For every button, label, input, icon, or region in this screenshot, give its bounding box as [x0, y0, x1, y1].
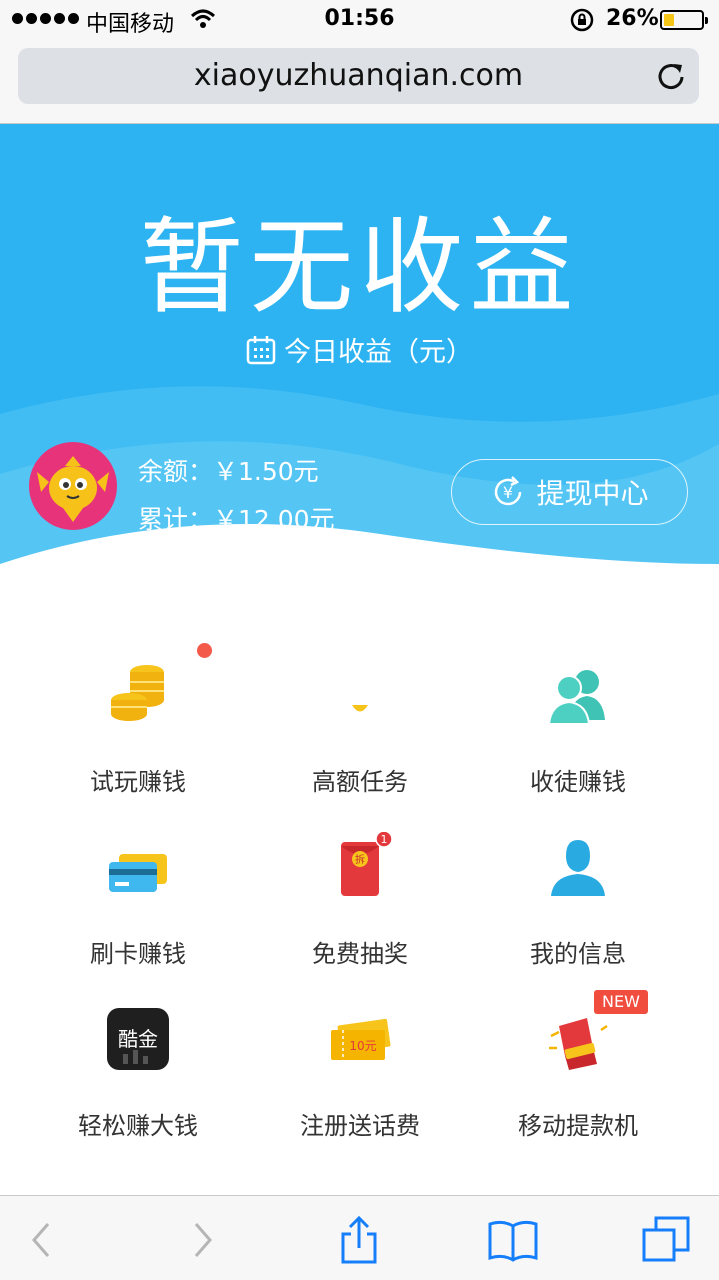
today-earnings-text: 今日收益（元）: [284, 337, 473, 368]
menu-item-card-earn[interactable]: 刷卡赚钱: [18, 792, 258, 968]
cards-icon: [109, 854, 167, 892]
gold-drop-icon: [352, 705, 368, 712]
status-bar: 中国移动 01:56 26%: [0, 0, 719, 40]
menu-item-free-lottery[interactable]: 拆 1 免费抽奖: [240, 792, 480, 968]
menu-item-register-credit[interactable]: 10元 注册送话费: [240, 964, 480, 1140]
balance-text: 余额：￥1.50元: [138, 457, 319, 486]
lottery-badge: 1: [381, 833, 388, 846]
svg-text:酷金: 酷金: [118, 1027, 158, 1051]
battery-icon: [660, 10, 708, 30]
earnings-headline: 暂无收益: [139, 206, 580, 328]
forward-icon[interactable]: [176, 1214, 228, 1266]
cash-machine-icon: [549, 1018, 608, 1070]
address-bar[interactable]: xiaoyuzhuanqian.com: [18, 48, 699, 104]
earnings-header: 暂无收益 今日收益（元） 余额：￥1.50元 累计：￥12.00元 ¥ 提现中心: [0, 124, 719, 604]
menu-item-high-tasks[interactable]: 高额任务: [240, 620, 480, 796]
kujin-app-icon: 酷金: [107, 1008, 169, 1070]
total-text: 累计：￥12.00元: [138, 505, 335, 534]
browser-toolbar: [0, 1195, 719, 1280]
rotation-lock-icon: [570, 8, 594, 32]
menu-item-my-info[interactable]: 我的信息: [458, 792, 698, 968]
battery-level: [664, 14, 674, 26]
red-envelope-icon: 拆 1: [341, 832, 393, 896]
voucher-icon: 10元: [331, 1018, 391, 1060]
tabs-icon[interactable]: [640, 1214, 692, 1266]
users-icon: [547, 670, 605, 725]
withdraw-center-label: 提现中心: [536, 477, 649, 510]
today-earnings-label: 今日收益（元）: [0, 330, 719, 369]
menu-item-trial-earn[interactable]: 试玩赚钱: [18, 620, 258, 796]
url-text[interactable]: xiaoyuzhuanqian.com: [18, 58, 699, 93]
withdraw-center-button[interactable]: ¥ 提现中心: [451, 459, 688, 525]
fish-mascot-icon: [37, 456, 109, 522]
svg-text:拆: 拆: [355, 853, 365, 866]
menu-item-easy-earn[interactable]: 酷金 轻松赚大钱: [18, 964, 258, 1140]
menu-item-recruit-earn[interactable]: 收徒赚钱: [458, 620, 698, 796]
menu-label: 注册送话费: [300, 1112, 420, 1140]
calendar-icon: [246, 335, 276, 364]
reload-icon[interactable]: [655, 60, 687, 92]
svg-text:¥: ¥: [503, 483, 513, 502]
feature-grid: 试玩赚钱 高额任务 收徒赚钱 刷卡赚钱 拆 1 免费抽奖 我的信息 酷金 轻松赚…: [0, 600, 719, 1160]
battery-percent: 26%: [606, 6, 659, 31]
share-icon[interactable]: [333, 1214, 385, 1266]
menu-item-mobile-atm[interactable]: NEW 移动提款机: [458, 964, 698, 1140]
browser-address-area: xiaoyuzhuanqian.com: [0, 40, 719, 124]
wifi-icon: [190, 9, 216, 28]
avatar[interactable]: [29, 442, 117, 530]
menu-label: 移动提款机: [518, 1112, 638, 1140]
back-icon[interactable]: [16, 1214, 68, 1266]
signal-icon: [12, 13, 79, 24]
carrier-name: 中国移动: [86, 12, 175, 37]
yen-cycle-icon: ¥: [495, 476, 522, 506]
coins-icon: [111, 665, 164, 721]
user-icon: [551, 840, 605, 896]
svg-text:10元: 10元: [349, 1039, 376, 1053]
bookmarks-icon[interactable]: [487, 1214, 539, 1266]
new-badge: NEW: [594, 990, 648, 1014]
notification-dot: [197, 643, 212, 658]
menu-label: 轻松赚大钱: [78, 1112, 198, 1140]
